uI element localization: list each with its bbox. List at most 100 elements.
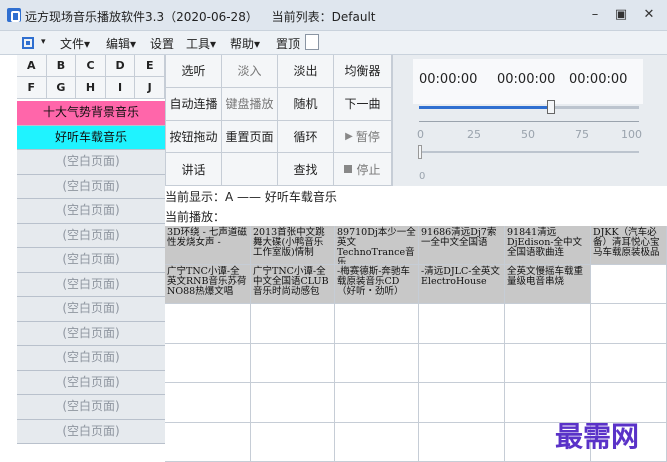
stop-button[interactable]: 停止 (334, 153, 392, 186)
letter-c[interactable]: C (76, 55, 106, 77)
app-title-text: 远方现场音乐播放软件3.3（2020-06-28） (25, 10, 258, 24)
song-cell[interactable]: -清远DJLC-全英文ElectroHouse (419, 265, 505, 304)
page-item[interactable]: (空白页面) (17, 321, 165, 346)
song-cell[interactable] (251, 304, 335, 344)
stop-icon (344, 165, 353, 174)
song-cell[interactable]: DJKK（汽车必备）清耳悦心宝马车载原装极品 (591, 226, 667, 265)
shuffle-button[interactable]: 随机 (278, 87, 334, 121)
menu-tools[interactable]: 工具▾ (186, 35, 216, 52)
time-elapsed: 00:00:00 (419, 72, 478, 87)
title-bar: 远方现场音乐播放软件3.3（2020-06-28） 当前列表：Default –… (0, 0, 667, 31)
preview-button[interactable]: 选听 (166, 55, 222, 88)
song-cell[interactable] (419, 343, 505, 383)
song-cell[interactable]: 91841清远DjEdison-全中文全国语歌曲连 (505, 226, 591, 265)
auto-play-button[interactable]: 自动连播 (166, 87, 222, 121)
time-remaining: 00:00:00 (497, 72, 556, 87)
song-cell[interactable]: 2013首张中文跳舞大碟(小鸭音乐工作室版)情制 (251, 226, 335, 265)
letter-f[interactable]: F (17, 77, 47, 99)
function-buttons: 选听 淡入 淡出 均衡器 自动连播 键盘播放 随机 下一曲 按钮拖动 重置页面 … (165, 55, 392, 186)
song-cell[interactable] (591, 343, 667, 383)
song-cell[interactable] (251, 343, 335, 383)
song-cell[interactable] (165, 343, 251, 383)
song-cell[interactable]: -梅赛德斯-奔驰车载原装音乐CD（好听・劲听） (335, 265, 419, 304)
song-cell[interactable] (419, 304, 505, 344)
reset-page-button[interactable]: 重置页面 (222, 120, 278, 154)
layout-icon[interactable] (22, 37, 34, 49)
letter-i[interactable]: I (105, 77, 136, 99)
song-cell[interactable] (251, 422, 335, 462)
page-item[interactable]: 好听车载音乐 (17, 125, 165, 150)
letter-b[interactable]: B (46, 55, 77, 77)
song-cell[interactable] (165, 383, 251, 423)
menu-help[interactable]: 帮助▾ (230, 35, 260, 52)
drag-buttons-button[interactable]: 按钮拖动 (166, 120, 222, 154)
app-icon (7, 8, 21, 22)
page-item[interactable]: (空白页面) (17, 248, 165, 273)
current-playing-label: 当前播放： (165, 210, 226, 224)
tick-label: 0 (417, 128, 424, 141)
maximize-button[interactable]: ▣ (610, 6, 632, 24)
letter-h[interactable]: H (76, 77, 106, 99)
loop-button[interactable]: 循环 (278, 120, 334, 154)
song-cell[interactable] (591, 304, 667, 344)
fade-in-button[interactable]: 淡入 (222, 55, 278, 88)
position-track[interactable] (419, 151, 639, 153)
song-cell[interactable] (419, 422, 505, 462)
menu-settings[interactable]: 设置 (150, 35, 174, 52)
song-cell[interactable] (335, 383, 419, 423)
page-item[interactable]: (空白页面) (17, 297, 165, 322)
letter-a[interactable]: A (17, 55, 47, 77)
position-thumb[interactable] (418, 145, 422, 159)
song-cell[interactable] (335, 422, 419, 462)
song-cell[interactable]: 3D环绕 - 七声道磁性发烧女声 - (165, 226, 251, 265)
song-cell[interactable]: 广宁TNC小谭-全中文全国语CLUB音乐时尚动感包 (251, 265, 335, 304)
page-item[interactable]: (空白页面) (17, 150, 165, 175)
tick-label: 100 (621, 128, 642, 141)
song-cell[interactable] (419, 383, 505, 423)
page-item[interactable]: 十大气势背景音乐 (17, 101, 165, 126)
page-item[interactable]: (空白页面) (17, 395, 165, 420)
layout-dropdown-icon[interactable]: ▾ (41, 37, 46, 47)
close-button[interactable]: ✕ (638, 6, 660, 24)
song-cell[interactable]: 89710Dj本少一全英文TechnoTrance音乐 (335, 226, 419, 265)
letter-j[interactable]: J (135, 77, 165, 99)
song-cell[interactable]: 广宁TNC小谭-全英文RNB音乐苏荷NO88热爆文唱 (165, 265, 251, 304)
page-item[interactable]: (空白页面) (17, 370, 165, 395)
fade-out-button[interactable]: 淡出 (278, 55, 334, 88)
letter-d[interactable]: D (105, 55, 136, 77)
search-button[interactable]: 查找 (278, 153, 334, 186)
volume-thumb[interactable] (547, 100, 555, 114)
letter-e[interactable]: E (135, 55, 165, 77)
topmost-checkbox[interactable] (305, 34, 319, 50)
letter-g[interactable]: G (46, 77, 77, 99)
talk-button[interactable]: 讲话 (166, 153, 222, 186)
menu-topmost[interactable]: 置顶 (276, 35, 300, 52)
song-cell[interactable] (591, 265, 667, 304)
page-item[interactable]: (空白页面) (17, 272, 165, 297)
page-item[interactable]: (空白页面) (17, 174, 165, 199)
song-cell[interactable] (505, 343, 591, 383)
tick-label: 75 (575, 128, 589, 141)
menu-file[interactable]: 文件▾ (60, 35, 90, 52)
song-cell[interactable] (335, 304, 419, 344)
song-cell[interactable]: 全英文慢摇车载重量级电音串烧 (505, 265, 591, 304)
play-icon: ▶ (345, 130, 353, 142)
song-cell[interactable] (165, 422, 251, 462)
tick-label: 25 (467, 128, 481, 141)
song-cell[interactable] (165, 304, 251, 344)
song-cell[interactable] (505, 304, 591, 344)
equalizer-button[interactable]: 均衡器 (334, 55, 392, 88)
menu-edit[interactable]: 编辑▾ (106, 35, 136, 52)
page-item[interactable]: (空白页面) (17, 199, 165, 224)
tick-label: 50 (521, 128, 535, 141)
song-cell[interactable] (251, 383, 335, 423)
song-cell[interactable]: 91686清远Dj7索一全中文全国语 (419, 226, 505, 265)
next-button[interactable]: 下一曲 (334, 87, 392, 121)
keyboard-play-button[interactable]: 键盘播放 (222, 87, 278, 121)
page-item[interactable]: (空白页面) (17, 419, 165, 444)
page-item[interactable]: (空白页面) (17, 346, 165, 371)
page-item[interactable]: (空白页面) (17, 223, 165, 248)
pause-button[interactable]: ▶ 暂停 (334, 120, 392, 154)
minimize-button[interactable]: – (584, 6, 606, 24)
song-cell[interactable] (335, 343, 419, 383)
